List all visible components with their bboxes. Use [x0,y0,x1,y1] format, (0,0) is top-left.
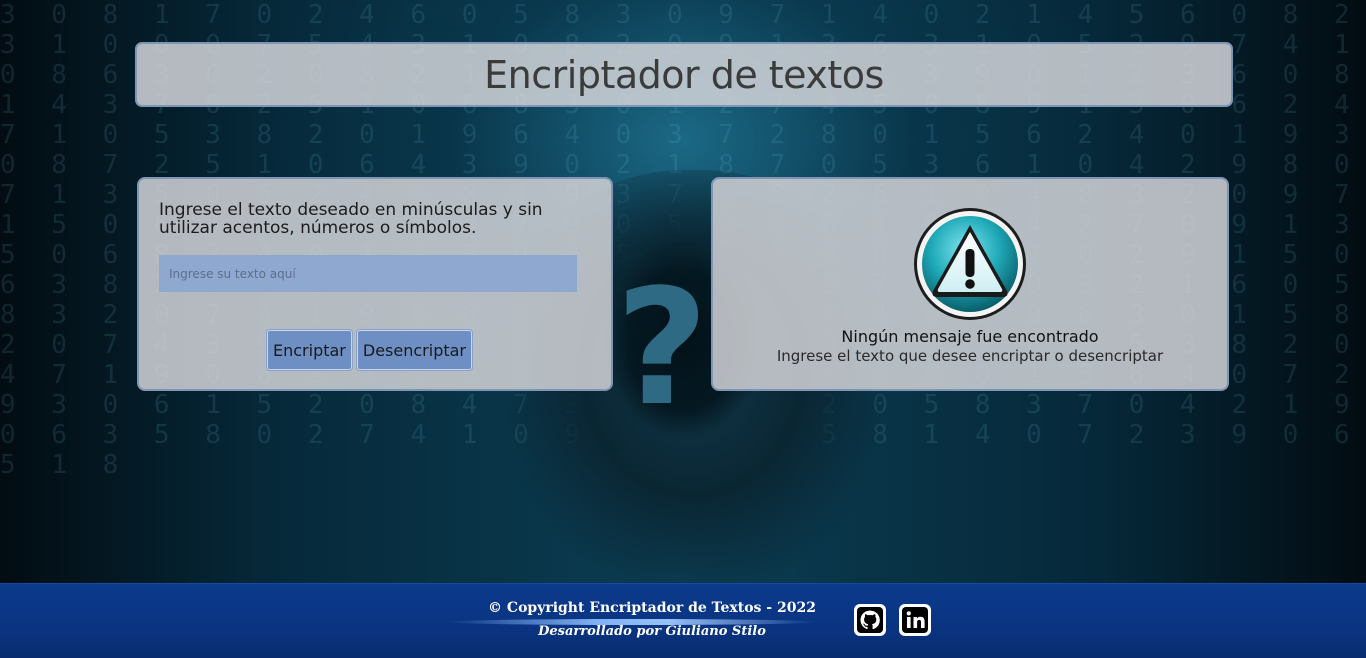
page-footer: © Copyright Encriptador de Textos - 2022… [0,583,1366,658]
input-instructions: Ingrese el texto deseado en minúsculas y… [159,200,543,238]
github-link[interactable] [854,604,886,636]
encrypt-button[interactable]: Encriptar [267,330,352,370]
no-message-title: Ningún mensaje fue encontrado [841,327,1099,346]
decrypt-button[interactable]: Desencriptar [356,330,473,370]
no-message-subtitle: Ingrese el texto que desee encriptar o d… [776,347,1164,365]
page-header: Encriptador de textos [135,42,1233,107]
linkedin-link[interactable] [899,604,931,636]
linkedin-icon [899,604,931,636]
copyright-text: © Copyright Encriptador de Textos - 2022 [488,600,816,616]
page-title: Encriptador de textos [484,52,884,97]
text-input[interactable] [159,255,577,292]
question-mark-graphic: ? [615,254,709,441]
author-credit: Desarrollado por Giuliano Stilo [538,624,766,639]
github-icon [854,604,886,636]
input-panel: Ingrese el texto deseado en minúsculas y… [137,177,613,391]
action-buttons: Encriptar Desencriptar [267,330,473,370]
output-panel: Ningún mensaje fue encontrado Ingrese el… [711,177,1229,391]
warning-icon [911,205,1029,323]
